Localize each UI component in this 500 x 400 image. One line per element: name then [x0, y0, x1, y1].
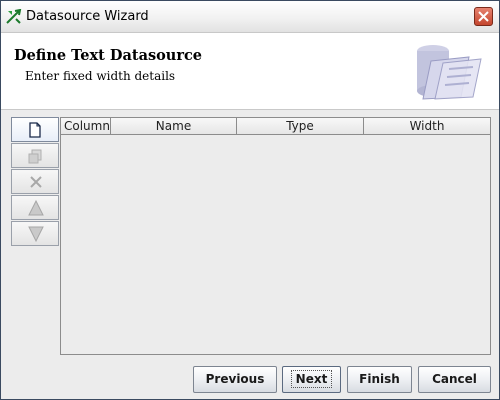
next-button-label: Next	[290, 370, 333, 388]
column-header-column[interactable]: Column	[61, 118, 111, 134]
move-down-button[interactable]	[11, 221, 59, 246]
move-down-icon	[28, 226, 44, 242]
next-button[interactable]: Next	[282, 366, 341, 393]
column-header-name[interactable]: Name	[111, 118, 237, 134]
new-column-button[interactable]	[11, 117, 59, 142]
delete-icon	[30, 176, 42, 188]
table-header: Column Name Type Width	[61, 118, 490, 135]
title-bar[interactable]: Datasource Wizard	[1, 1, 499, 33]
datasource-graphic-icon	[417, 45, 482, 100]
delete-column-button[interactable]	[11, 169, 59, 194]
move-up-button[interactable]	[11, 195, 59, 220]
cancel-button[interactable]: Cancel	[418, 366, 491, 393]
copy-row-icon	[28, 149, 42, 164]
columns-table[interactable]: Column Name Type Width	[60, 117, 491, 355]
previous-button[interactable]: Previous	[193, 366, 277, 393]
finish-button[interactable]: Finish	[347, 366, 412, 393]
window-title: Datasource Wizard	[26, 9, 149, 24]
page-title: Define Text Datasource	[14, 47, 203, 64]
wizard-app-icon	[6, 9, 22, 24]
new-row-icon	[29, 122, 41, 138]
move-up-icon	[28, 200, 44, 216]
column-header-width[interactable]: Width	[364, 118, 490, 134]
wizard-header: Define Text Datasource Enter fixed width…	[1, 33, 499, 110]
copy-column-button[interactable]	[11, 143, 59, 168]
column-header-type[interactable]: Type	[237, 118, 364, 134]
close-icon	[478, 11, 489, 22]
close-button[interactable]	[474, 7, 493, 26]
page-subtitle: Enter fixed width details	[25, 69, 176, 83]
datasource-wizard-window: Datasource Wizard Define Text Datasource…	[0, 0, 500, 400]
